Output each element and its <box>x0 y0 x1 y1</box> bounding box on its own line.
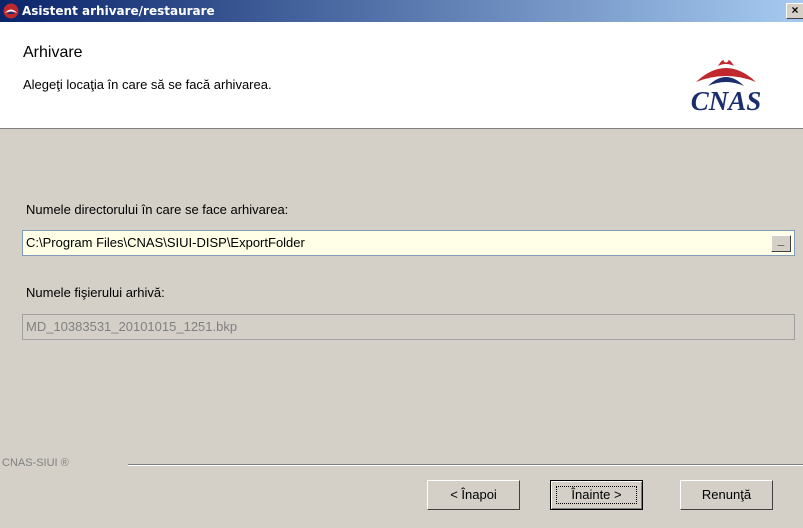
filename-label: Numele fişierului arhivă: <box>26 285 165 300</box>
page-subtitle: Alegeţi locaţia în care să se facă arhiv… <box>23 77 272 92</box>
page-title: Arhivare <box>23 44 83 61</box>
cancel-button[interactable]: Renunţă <box>680 480 773 510</box>
wizard-header: Arhivare Alegeţi locaţia în care să se f… <box>0 22 803 129</box>
back-button[interactable]: < Înapoi <box>427 480 520 510</box>
footer-divider <box>128 464 803 466</box>
app-icon <box>3 3 19 19</box>
logo-text: CNAS <box>690 86 762 116</box>
title-bar: Asistent arhivare/restaurare × <box>0 0 803 22</box>
window-title: Asistent arhivare/restaurare <box>22 4 215 18</box>
next-button[interactable]: Înainte > <box>550 480 643 510</box>
cnas-logo: CNAS <box>666 46 786 126</box>
browse-button[interactable]: _ <box>771 234 791 252</box>
directory-label: Numele directorului în care se face arhi… <box>26 202 289 217</box>
filename-input: MD_10383531_20101015_1251.bkp <box>22 314 795 340</box>
close-button[interactable]: × <box>786 3 803 19</box>
directory-input[interactable]: C:\Program Files\CNAS\SIUI-DISP\ExportFo… <box>22 230 795 256</box>
footer-brand: CNAS-SIUI ® <box>2 457 69 469</box>
